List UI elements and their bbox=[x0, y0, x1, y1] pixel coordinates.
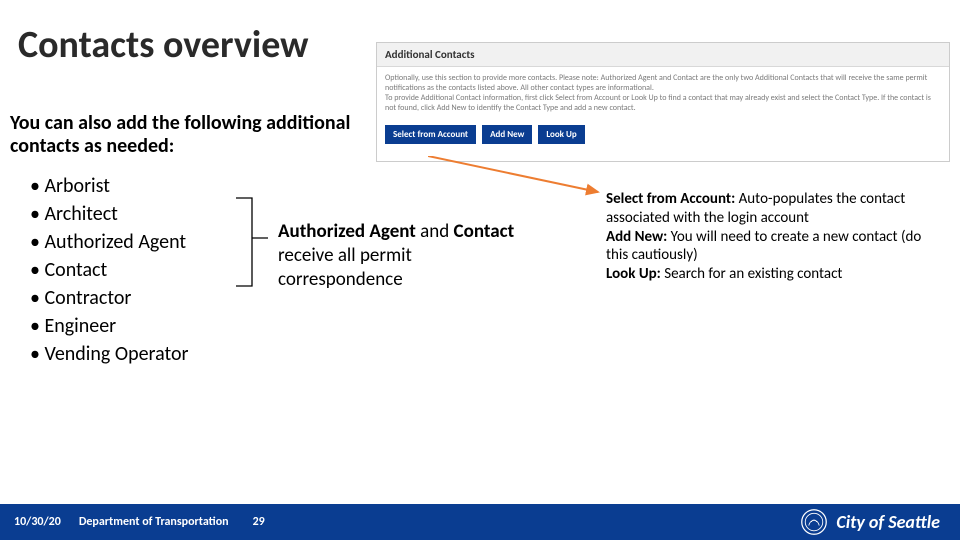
bullet-label: Architect bbox=[44, 202, 117, 226]
footer-department: Department of Transportation bbox=[79, 515, 229, 529]
page-title: Contacts overview bbox=[18, 22, 308, 68]
explain-look-up: Look Up: Search for an existing contact bbox=[606, 265, 946, 284]
explain-select-from-account: Select from Account: Auto-populates the … bbox=[606, 190, 946, 228]
city-of-seattle-logo: City of Seattle bbox=[800, 508, 940, 536]
panel-header: Additional Contacts bbox=[377, 43, 949, 67]
bullet-list: • Arborist • Architect • Authorized Agen… bbox=[30, 172, 189, 368]
callout-bold2: Contact bbox=[454, 220, 515, 243]
arrow-icon bbox=[428, 156, 608, 206]
list-item: • Arborist bbox=[30, 172, 189, 200]
add-new-button[interactable]: Add New bbox=[482, 125, 532, 144]
panel-text-1: Optionally, use this section to provide … bbox=[385, 73, 941, 93]
list-item: • Architect bbox=[30, 200, 189, 228]
panel-button-row: Select from Account Add New Look Up bbox=[377, 119, 949, 152]
list-item: • Vending Operator bbox=[30, 340, 189, 368]
explain-text: Search for an existing contact bbox=[664, 265, 842, 283]
callout-bold1: Authorized Agent bbox=[278, 220, 420, 243]
callout-text: Authorized Agent and Contact receive all… bbox=[278, 220, 528, 291]
list-item: • Engineer bbox=[30, 312, 189, 340]
list-item: • Contact bbox=[30, 256, 189, 284]
explain-label: Add New: bbox=[606, 228, 671, 246]
additional-contacts-panel: Additional Contacts Optionally, use this… bbox=[376, 42, 950, 162]
look-up-button[interactable]: Look Up bbox=[538, 125, 584, 144]
callout-mid: and bbox=[420, 220, 453, 243]
list-item: • Authorized Agent bbox=[30, 228, 189, 256]
logo-text: City of Seattle bbox=[836, 511, 940, 533]
bullet-label: Arborist bbox=[44, 174, 109, 198]
list-item: • Contractor bbox=[30, 284, 189, 312]
bracket-icon bbox=[232, 194, 276, 290]
select-from-account-button[interactable]: Select from Account bbox=[385, 125, 476, 144]
bullet-label: Vending Operator bbox=[44, 342, 188, 366]
footer-date: 10/30/20 bbox=[14, 515, 61, 529]
panel-body: Optionally, use this section to provide … bbox=[377, 67, 949, 119]
bullet-label: Authorized Agent bbox=[44, 230, 186, 254]
explain-add-new: Add New: You will need to create a new c… bbox=[606, 228, 946, 266]
panel-text-2: To provide Additional Contact informatio… bbox=[385, 93, 941, 113]
seattle-seal-icon bbox=[800, 508, 828, 536]
bullet-label: Contractor bbox=[44, 286, 131, 310]
slide: Contacts overview You can also add the f… bbox=[0, 0, 960, 540]
bullet-label: Engineer bbox=[44, 314, 116, 338]
button-explanations: Select from Account: Auto-populates the … bbox=[606, 190, 946, 284]
intro-text: You can also add the following additiona… bbox=[10, 112, 360, 158]
explain-label: Look Up: bbox=[606, 265, 664, 283]
bullet-label: Contact bbox=[44, 258, 107, 282]
explain-label: Select from Account: bbox=[606, 190, 739, 208]
footer-page-number: 29 bbox=[253, 515, 265, 529]
callout-rest: receive all permit correspondence bbox=[278, 244, 412, 291]
